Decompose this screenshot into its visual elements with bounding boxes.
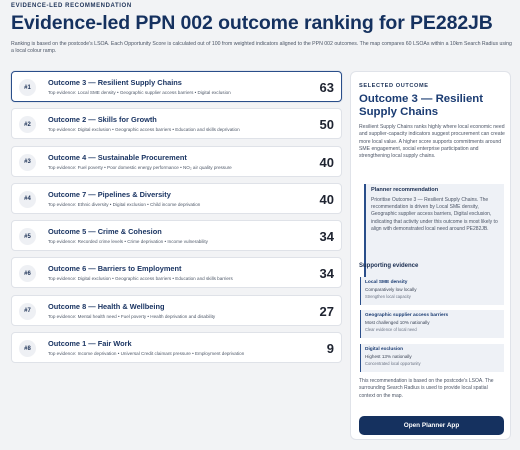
outcome-evidence: Top evidence: Income deprivation • Unive… bbox=[48, 351, 245, 357]
evidence-detail: Highest 13% nationally bbox=[365, 354, 412, 359]
outcome-card-2[interactable]: #2 Outcome 2 — Skills for Growth Top evi… bbox=[11, 108, 342, 140]
evidence-name: Digital exclusion bbox=[365, 347, 404, 352]
rank-badge: #8 bbox=[19, 340, 36, 358]
recommendation-title: Planner recommendation bbox=[371, 187, 439, 193]
evidence-detail: Most challenged 10% nationally bbox=[365, 320, 430, 325]
outcome-card-1[interactable]: #1 Outcome 3 — Resilient Supply Chains T… bbox=[11, 71, 342, 102]
outcome-title: Outcome 8 — Health & Wellbeing bbox=[48, 301, 165, 311]
rank-badge: #2 bbox=[19, 116, 36, 134]
opportunity-score: 27 bbox=[319, 303, 334, 319]
selected-outcome-panel: SELECTED OUTCOME Outcome 3 — Resilient S… bbox=[350, 71, 511, 440]
evidence-note: Clear evidence of local need bbox=[365, 326, 417, 332]
opportunity-score: 50 bbox=[319, 117, 334, 133]
rank-badge: #1 bbox=[19, 79, 36, 96]
outcome-title: Outcome 2 — Skills for Growth bbox=[48, 115, 157, 125]
outcome-title: Outcome 6 — Barriers to Employment bbox=[48, 264, 182, 274]
outcome-evidence: Top evidence: Ethnic diversity • Digital… bbox=[48, 201, 201, 207]
evidence-item: Local SME density Comparatively low loca… bbox=[360, 277, 504, 305]
rank-badge: #7 bbox=[19, 302, 36, 320]
rank-badge: #6 bbox=[19, 265, 36, 283]
outcome-card-4[interactable]: #4 Outcome 7 — Pipelines & Diversity Top… bbox=[11, 182, 342, 214]
opportunity-score: 40 bbox=[319, 191, 334, 207]
evidence-note: Strengthen local capacity bbox=[365, 293, 411, 299]
outcome-card-8[interactable]: #8 Outcome 1 — Fair Work Top evidence: I… bbox=[11, 332, 342, 364]
outcome-evidence: Top evidence: Local SME density • Geogra… bbox=[48, 90, 231, 95]
outcome-title: Outcome 3 — Resilient Supply Chains bbox=[48, 78, 182, 87]
evidence-item: Digital exclusion Highest 13% nationally… bbox=[360, 344, 504, 372]
outcome-evidence: Top evidence: Digital exclusion • Geogra… bbox=[48, 276, 233, 282]
outcome-evidence: Top evidence: Mental health need • Fuel … bbox=[48, 313, 216, 319]
evidence-name: Geographic supplier access barriers bbox=[365, 313, 449, 318]
opportunity-score: 34 bbox=[319, 266, 334, 282]
supporting-evidence-title: Supporting evidence bbox=[359, 263, 419, 269]
recommendation-body: Prioritise Outcome 3 — Resilient Supply … bbox=[371, 197, 498, 232]
outcome-evidence: Top evidence: Digital exclusion • Geogra… bbox=[48, 127, 240, 133]
outcome-title: Outcome 7 — Pipelines & Diversity bbox=[48, 189, 171, 199]
outcome-card-6[interactable]: #6 Outcome 6 — Barriers to Employment To… bbox=[11, 257, 342, 289]
outcome-title: Outcome 4 — Sustainable Procurement bbox=[48, 152, 187, 162]
panel-eyebrow: SELECTED OUTCOME bbox=[359, 83, 429, 89]
outcome-card-3[interactable]: #3 Outcome 4 — Sustainable Procurement T… bbox=[11, 145, 342, 177]
outcome-title: Outcome 5 — Crime & Cohesion bbox=[48, 227, 162, 237]
rank-badge: #5 bbox=[19, 228, 36, 246]
opportunity-score: 40 bbox=[319, 154, 334, 170]
evidence-note: Concentrated local opportunity bbox=[365, 360, 421, 366]
rank-badge: #3 bbox=[19, 153, 36, 171]
open-planner-app-button[interactable]: Open Planner App bbox=[359, 416, 504, 435]
evidence-item: Geographic supplier access barriers Most… bbox=[360, 310, 504, 338]
outcome-evidence: Top evidence: Fuel poverty • Poor domest… bbox=[48, 164, 232, 170]
rank-badge: #4 bbox=[19, 190, 36, 208]
eyebrow-label: EVIDENCE-LED RECOMMENDATION bbox=[11, 3, 132, 9]
outcome-ranking-list: #1 Outcome 3 — Resilient Supply Chains T… bbox=[11, 71, 342, 369]
outcome-card-5[interactable]: #5 Outcome 5 — Crime & Cohesion Top evid… bbox=[11, 220, 342, 252]
opportunity-score: 34 bbox=[319, 229, 334, 245]
outcome-card-7[interactable]: #7 Outcome 8 — Health & Wellbeing Top ev… bbox=[11, 294, 342, 326]
opportunity-score: 9 bbox=[326, 341, 334, 357]
opportunity-score: 63 bbox=[319, 80, 334, 95]
panel-footer-note: This recommendation is based on the post… bbox=[359, 378, 494, 399]
panel-title: Outcome 3 — Resilient Supply Chains bbox=[359, 93, 484, 118]
evidence-detail: Comparatively low locally bbox=[365, 287, 417, 292]
evidence-name: Local SME density bbox=[365, 280, 408, 285]
page-title: Evidence-led PPN 002 outcome ranking for… bbox=[11, 12, 493, 34]
intro-text: Ranking is based on the postcode's LSOA.… bbox=[11, 41, 512, 55]
outcome-evidence: Top evidence: Recorded crime levels • Cr… bbox=[48, 239, 208, 245]
outcome-title: Outcome 1 — Fair Work bbox=[48, 339, 132, 349]
panel-description: Resilient Supply Chains ranks highly whe… bbox=[359, 124, 505, 160]
